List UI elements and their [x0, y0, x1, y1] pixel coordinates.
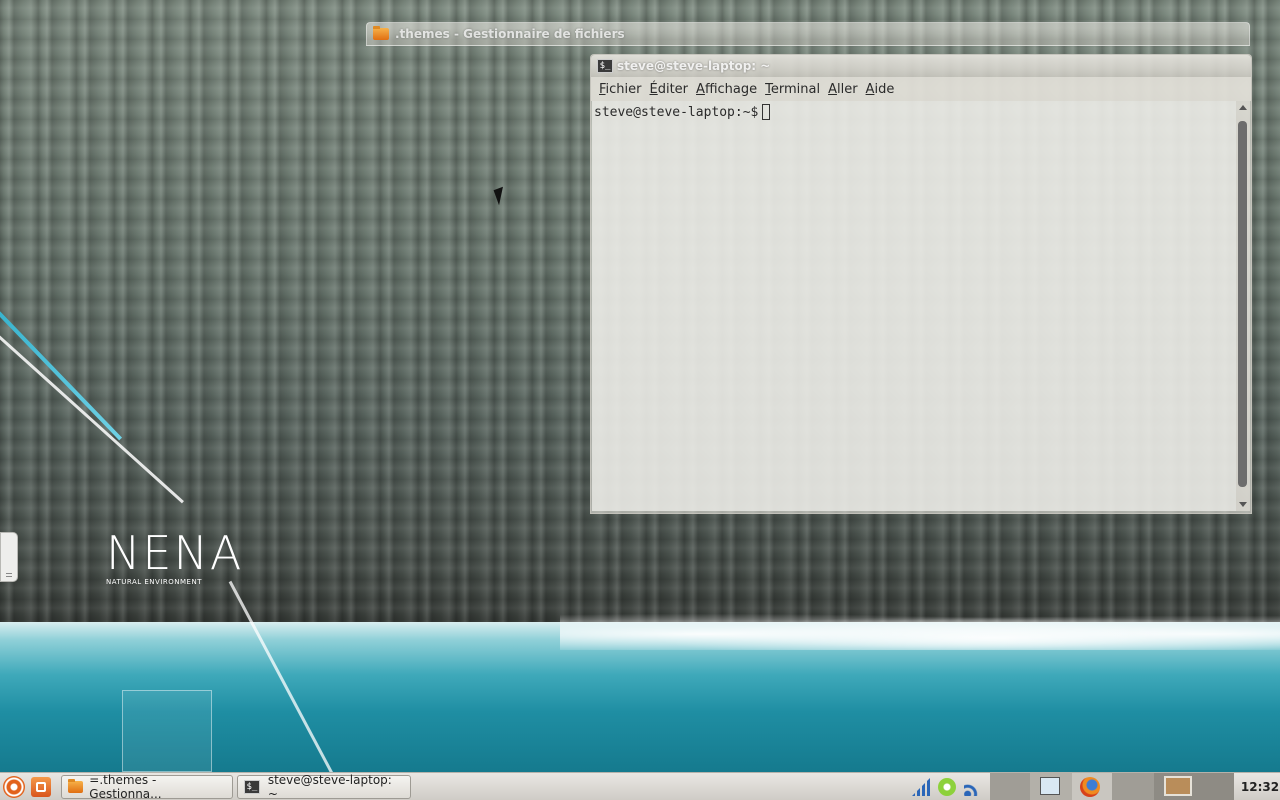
- folder-icon: [68, 778, 84, 793]
- file-manager-window[interactable]: .themes - Gestionnaire de fichiers: [366, 22, 1250, 46]
- folder-icon: [373, 26, 389, 40]
- menu-editer[interactable]: Éditer: [646, 82, 693, 97]
- terminal-menubar: Fichier Éditer Affichage Terminal Aller …: [591, 77, 1251, 101]
- terminal-prompt-line: steve@steve-laptop:~$: [594, 103, 1234, 121]
- system-tray: [908, 776, 986, 798]
- ubuntu-menu-icon[interactable]: [3, 775, 25, 798]
- menu-aide[interactable]: Aide: [862, 82, 899, 97]
- terminal-icon: $_: [597, 59, 613, 73]
- taskbar-item-terminal[interactable]: $_ steve@steve-laptop: ~: [237, 772, 411, 800]
- wallpaper-decoration: [122, 690, 212, 772]
- firefox-icon[interactable]: [1080, 777, 1100, 797]
- logo-title: NENA: [106, 526, 244, 580]
- scroll-down-arrow-icon[interactable]: [1239, 502, 1247, 507]
- network-signal-icon[interactable]: [912, 778, 930, 796]
- window-title: .themes - Gestionnaire de fichiers: [395, 27, 625, 41]
- wallpaper-surf: [560, 610, 1280, 650]
- text-cursor: [762, 104, 771, 120]
- workspace-4[interactable]: [1112, 773, 1154, 800]
- update-manager-icon[interactable]: [938, 778, 956, 796]
- workspace-1[interactable]: [990, 773, 1030, 800]
- window-thumbnail-icon: [1164, 776, 1192, 796]
- menu-aller[interactable]: Aller: [824, 82, 861, 97]
- menu-fichier[interactable]: Fichier: [595, 82, 646, 97]
- taskbar-item-label: =.themes - Gestionna...: [89, 772, 162, 800]
- bottom-panel: =.themes - Gestionna... $_ steve@steve-l…: [0, 772, 1280, 800]
- terminal-icon: $_: [244, 779, 260, 794]
- clock[interactable]: 12:32: [1240, 773, 1280, 800]
- file-manager-titlebar[interactable]: .themes - Gestionnaire de fichiers: [367, 23, 1249, 45]
- taskbar-item-label: steve@steve-laptop: ~: [267, 772, 392, 800]
- terminal-scrollbar[interactable]: [1236, 101, 1250, 511]
- show-desktop-launcher-icon[interactable]: [31, 776, 51, 797]
- side-dock-handle[interactable]: [0, 532, 18, 582]
- workspace-2[interactable]: [1030, 773, 1072, 800]
- terminal-titlebar[interactable]: $_ steve@steve-laptop: ~: [591, 55, 1251, 77]
- scrollbar-thumb[interactable]: [1238, 121, 1247, 487]
- workspace-thumbnail-icon: [1040, 777, 1060, 795]
- menu-affichage[interactable]: Affichage: [692, 82, 761, 97]
- wallpaper-logo: NENA NATURAL ENVIRONMENT: [106, 530, 243, 586]
- terminal-output[interactable]: steve@steve-laptop:~$: [592, 101, 1236, 511]
- window-title: steve@steve-laptop: ~: [617, 59, 771, 73]
- taskbar-item-file-manager[interactable]: =.themes - Gestionna...: [61, 772, 233, 800]
- terminal-window[interactable]: $_ steve@steve-laptop: ~ Fichier Éditer …: [590, 54, 1252, 514]
- desktop[interactable]: NENA NATURAL ENVIRONMENT .themes - Gesti…: [0, 0, 1280, 772]
- menu-terminal[interactable]: Terminal: [761, 82, 824, 97]
- scroll-up-arrow-icon[interactable]: [1239, 105, 1247, 110]
- wireless-icon[interactable]: [964, 778, 982, 796]
- terminal-prompt: steve@steve-laptop:~$: [594, 104, 759, 120]
